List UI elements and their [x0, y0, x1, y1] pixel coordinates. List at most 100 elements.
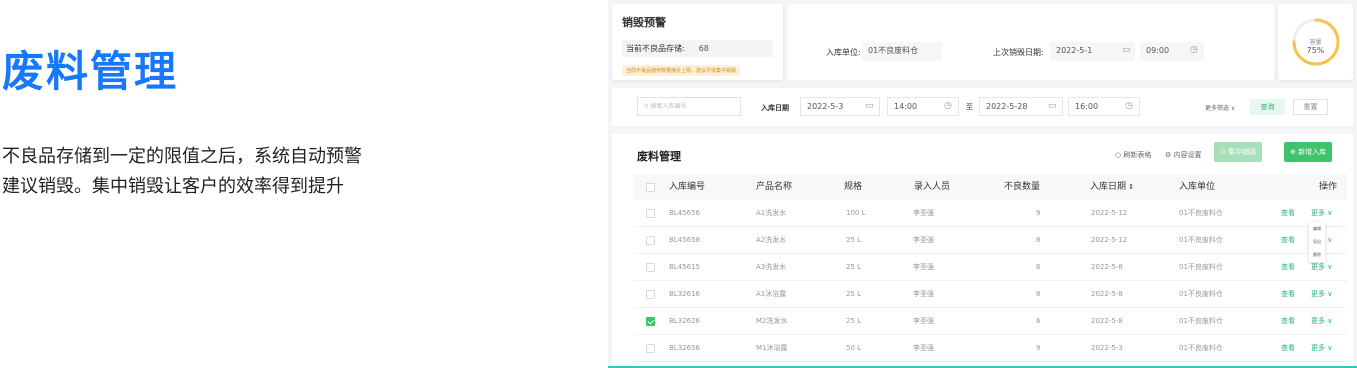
last-destroy-date-text: 2022-5-1 — [1056, 46, 1093, 55]
page: 废料管理 不良品存储到一定的限值之后，系统自动预警 建议销毁。集中销毁让客户的效… — [0, 0, 1357, 368]
table-card: 废料管理 ○ 刷新表格 ⚙ 内容设置 ⊙ 集中销毁 ⊕ 新增入库 入库编号 产品… — [612, 134, 1353, 366]
last-destroy-time[interactable]: 09:00 ◷ — [1140, 42, 1204, 61]
view-link[interactable]: 查看 — [1281, 281, 1295, 308]
start-time-input[interactable]: 14:00 ◷ — [887, 97, 959, 116]
th-date[interactable]: 入库日期 ⇕ — [1090, 174, 1134, 200]
capacity-value: 75% — [1306, 46, 1325, 55]
cell-spec: 25 L — [846, 317, 862, 325]
view-link[interactable]: 查看 — [1281, 254, 1295, 281]
row-checkbox[interactable] — [646, 290, 655, 299]
chevron-down-icon: ∨ — [1230, 105, 1236, 112]
cell-name: A1洗发水 — [756, 209, 787, 217]
calendar-icon: ▭ — [1122, 45, 1131, 55]
to-label: 至 — [966, 103, 973, 111]
destroy-icon: ⊙ — [1220, 148, 1229, 156]
cell-id: BL32626 — [669, 317, 700, 325]
th-operator: 录入人员 — [914, 182, 951, 192]
row-checkbox[interactable] — [646, 209, 655, 218]
cell-qty: 8 — [1036, 236, 1041, 244]
cell-qty: 6 — [1036, 317, 1041, 325]
table-header: 入库编号 产品名称 规格 录入人员 不良数量 入库日期 ⇕ 入库单位 操作 — [634, 174, 1347, 200]
app-screenshot: 销毁预警 当前不良品存储: 68 当前不良品储存数量接近上限，建议尽快集中销毁 入… — [608, 0, 1357, 368]
more-actions-label: 更多 — [1311, 290, 1325, 298]
th-qty: 不良数量 — [1004, 182, 1041, 192]
table-row: BL32616 A1沐浴露 25 L 李圣强 8 2022-5-8 01不良废料仓 查看 更多 … — [634, 281, 1347, 308]
table-row: BL45656 A1洗发水 100 L 李圣强 9 2022-5-12 01不良废料仓 查看 更… — [634, 200, 1347, 227]
chevron-down-icon: ∨ — [1325, 263, 1333, 271]
row-checkbox[interactable] — [646, 317, 655, 326]
refresh-label: 刷新表格 — [1123, 151, 1152, 159]
last-destroy-date[interactable]: 2022-5-1 ▭ — [1050, 42, 1135, 61]
view-link[interactable]: 查看 — [1281, 227, 1295, 254]
view-link[interactable]: 查看 — [1281, 335, 1295, 362]
search-input[interactable]: ⚲ 搜索入库编号 — [637, 97, 741, 116]
dropdown-export[interactable]: 导出 — [1309, 236, 1325, 248]
cell-unit: 01不良废料仓 — [1179, 317, 1223, 325]
th-name: 产品名称 — [756, 182, 793, 192]
chevron-down-icon: ∨ — [1325, 317, 1333, 325]
cell-operator: 李圣强 — [913, 290, 934, 298]
cell-id: BL45656 — [669, 209, 700, 217]
promo-title: 废料管理 — [2, 47, 179, 96]
cell-id: BL45615 — [669, 263, 700, 271]
stock-row: 当前不良品存储: 68 — [622, 40, 773, 57]
th-spec: 规格 — [844, 182, 863, 192]
batch-destroy-button[interactable]: ⊙ 集中销毁 — [1214, 142, 1263, 162]
view-link[interactable]: 查看 — [1281, 200, 1295, 227]
query-button[interactable]: 查询 — [1250, 99, 1285, 115]
select-all-checkbox[interactable] — [646, 183, 655, 192]
table-title: 废料管理 — [637, 150, 681, 163]
cell-spec: 25 L — [846, 290, 862, 298]
calendar-icon: ▭ — [865, 101, 874, 111]
cell-qty: 8 — [1036, 290, 1041, 298]
unit-label: 入库单位: — [826, 48, 861, 57]
row-checkbox[interactable] — [646, 263, 655, 272]
more-actions-label: 更多 — [1311, 263, 1325, 271]
end-date-input[interactable]: 2022-5-28 ▭ — [979, 97, 1063, 116]
search-placeholder: 搜索入库编号 — [650, 103, 687, 110]
row-checkbox[interactable] — [646, 344, 655, 353]
start-time-text: 14:00 — [894, 102, 918, 111]
refresh-table-button[interactable]: ○ 刷新表格 — [1115, 150, 1151, 160]
promo-desc-line2: 建议销毁。集中销毁让客户的效率得到提升 — [2, 176, 344, 197]
unit-select[interactable]: 01不良废料仓 — [862, 42, 942, 61]
reset-button[interactable]: 重置 — [1293, 99, 1328, 115]
th-actions: 操作 — [1319, 182, 1338, 192]
th-unit: 入库单位 — [1179, 182, 1216, 192]
last-destroy-time-text: 09:00 — [1146, 46, 1170, 55]
table-row: BL45615 A3洗发水 25 L 李圣强 6 2022-5-8 01不良废料仓 查看 更多 … — [634, 254, 1347, 281]
cell-date: 2022-5-12 — [1091, 236, 1128, 244]
view-link[interactable]: 查看 — [1281, 308, 1295, 335]
cell-id: BL32616 — [669, 290, 700, 298]
add-entry-button[interactable]: ⊕ 新增入库 — [1284, 142, 1333, 162]
table-row: BL32626 M2洗发水 25 L 李圣强 6 2022-5-8 01不良废料仓 查看 更多 … — [634, 308, 1347, 335]
add-entry-label: 新增入库 — [1298, 148, 1327, 156]
more-actions-button[interactable]: 更多 ∨ — [1311, 335, 1332, 362]
cell-name: A2洗发水 — [756, 236, 787, 244]
cell-operator: 李圣强 — [913, 209, 934, 217]
start-date-input[interactable]: 2022-5-3 ▭ — [800, 97, 880, 116]
chevron-down-icon: ∨ — [1325, 290, 1333, 298]
dropdown-delete[interactable]: 删除 — [1309, 249, 1325, 261]
top-info-bar: 入库单位: 01不良废料仓 上次销毁日期: 2022-5-1 ▭ 09:00 ◷ — [788, 4, 1274, 80]
clock-icon: ◷ — [944, 101, 952, 111]
content-settings-button[interactable]: ⚙ 内容设置 — [1165, 150, 1202, 160]
cell-unit: 01不良废料仓 — [1179, 344, 1223, 352]
end-time-text: 16:00 — [1075, 102, 1099, 111]
th-date-label: 入库日期 — [1090, 182, 1127, 192]
filter-bar: ⚲ 搜索入库编号 入库日期 2022-5-3 ▭ 14:00 ◷ 至 2022-… — [612, 88, 1353, 126]
dropdown-edit[interactable]: 编辑 — [1309, 223, 1325, 235]
cell-date: 2022-5-8 — [1091, 317, 1123, 325]
table-row: BL45658A2洗发水25 L李圣强82022-5-1201不良废料仓查看更多… — [634, 227, 1347, 254]
destroy-warning-card: 销毁预警 当前不良品存储: 68 当前不良品储存数量接近上限，建议尽快集中销毁 — [612, 4, 783, 80]
cell-unit: 01不良废料仓 — [1179, 236, 1223, 244]
more-actions-button[interactable]: 更多 ∨ — [1311, 281, 1332, 308]
more-actions-button[interactable]: 更多 ∨ — [1311, 308, 1332, 335]
more-filter-button[interactable]: 更多筛选 ∨ — [1205, 103, 1235, 112]
row-checkbox[interactable] — [646, 236, 655, 245]
end-time-input[interactable]: 16:00 ◷ — [1068, 97, 1140, 116]
cell-unit: 01不良废料仓 — [1179, 209, 1223, 217]
stock-value: 68 — [698, 44, 709, 53]
cell-name: M2洗发水 — [756, 317, 788, 325]
cell-operator: 李圣强 — [913, 236, 934, 244]
